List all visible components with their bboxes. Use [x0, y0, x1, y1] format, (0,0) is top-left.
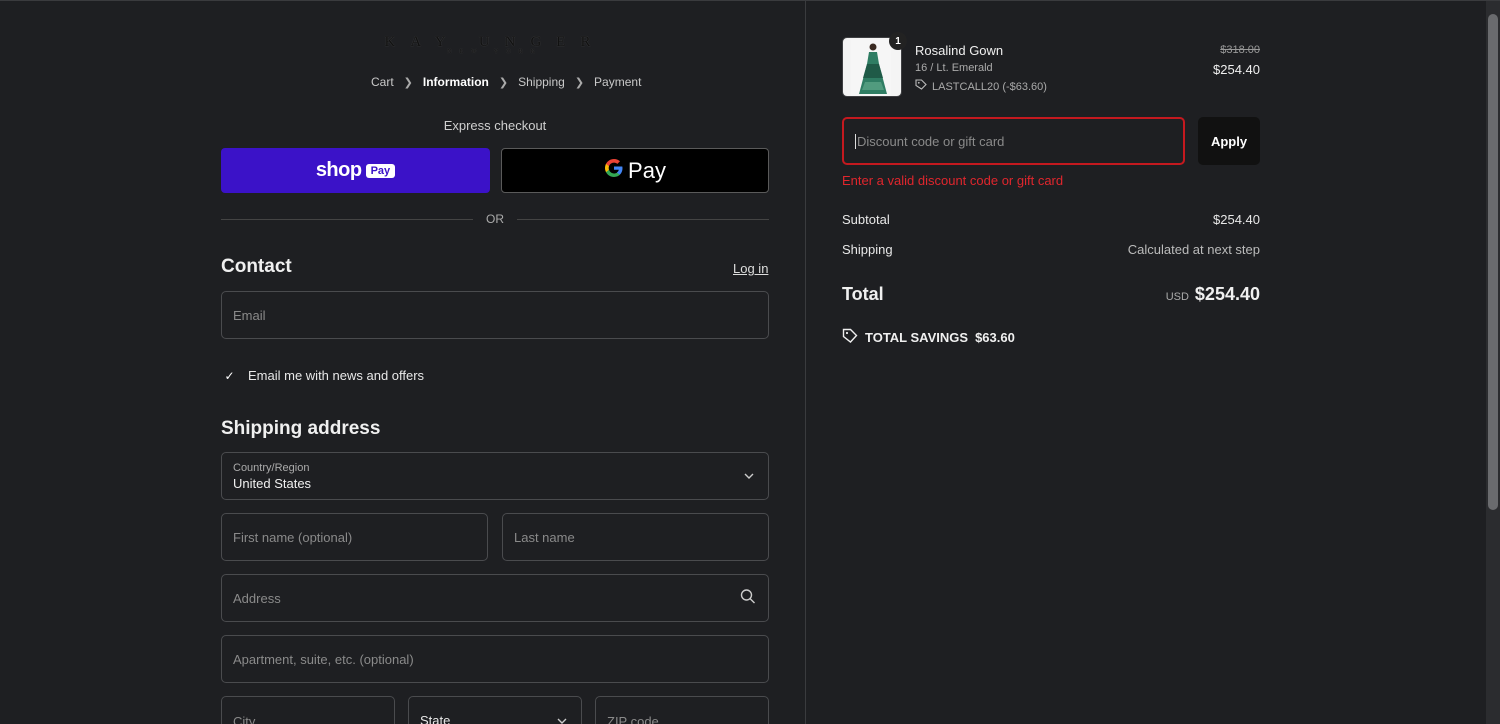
order-summary-panel — [806, 1, 1486, 724]
city-placeholder: City — [233, 714, 256, 724]
product-variant: 16 / Lt. Emerald — [915, 62, 993, 74]
discounted-price: $254.40 — [1213, 62, 1260, 77]
last-name-placeholder: Last name — [514, 529, 575, 545]
discount-placeholder: Discount code or gift card — [857, 133, 1005, 149]
text-caret — [855, 133, 856, 149]
breadcrumb-cart[interactable]: Cart — [371, 75, 394, 89]
shipping-row: Shipping Calculated at next step — [842, 242, 1260, 257]
country-value: United States — [233, 475, 312, 491]
address-field[interactable]: Address — [221, 574, 769, 622]
breadcrumb: Cart ❯ Information ❯ Shipping ❯ Payment — [371, 75, 641, 89]
google-pay-button[interactable]: Pay — [501, 148, 769, 193]
shipping-label: Shipping — [842, 242, 893, 257]
apartment-field[interactable]: Apartment, suite, etc. (optional) — [221, 635, 769, 683]
tag-svg — [915, 79, 927, 90]
city-field[interactable]: City — [221, 696, 395, 724]
newsletter-checkbox[interactable]: ✓ — [221, 367, 238, 384]
shop-pay-button[interactable]: shop Pay — [221, 148, 490, 193]
breadcrumb-information: Information — [422, 75, 489, 89]
quantity-badge: 1 — [889, 32, 907, 50]
express-checkout-label: Express checkout — [443, 118, 547, 133]
product-name: Rosalind Gown — [915, 43, 1004, 58]
state-label: State — [420, 713, 451, 724]
first-name-placeholder: First name (optional) — [233, 529, 353, 545]
discount-error-message: Enter a valid discount code or gift card — [842, 173, 1064, 188]
google-icon — [604, 158, 624, 184]
last-name-field[interactable]: Last name — [502, 513, 769, 561]
chevron-right-icon: ❯ — [403, 76, 413, 89]
address-placeholder: Address — [233, 590, 281, 606]
email-placeholder: Email — [233, 307, 266, 323]
shipping-value: Calculated at next step — [1127, 242, 1260, 257]
country-label: Country/Region — [233, 461, 310, 474]
apply-button[interactable]: Apply — [1198, 117, 1260, 165]
discount-code-label: LASTCALL20 (-$63.60) — [932, 80, 1047, 93]
or-label: OR — [486, 212, 504, 226]
total-value: USD $254.40 — [1166, 284, 1260, 305]
total-label: Total — [842, 284, 884, 304]
search-svg — [740, 589, 755, 604]
log-in-link[interactable]: Log in — [733, 261, 768, 276]
newsletter-label: Email me with news and offers — [248, 368, 425, 383]
country-select[interactable]: Country/Region United States — [221, 452, 769, 500]
newsletter-option[interactable]: ✓ Email me with news and offers — [221, 367, 424, 384]
breadcrumb-payment: Payment — [594, 75, 642, 89]
divider-line — [517, 219, 769, 220]
savings-value: $63.60 — [975, 330, 1015, 345]
savings-tag-icon — [842, 328, 858, 347]
currency-code: USD — [1165, 291, 1189, 303]
brand-logo[interactable]: KAY UNGER NEW YORK — [370, 34, 620, 55]
zip-field[interactable]: ZIP code — [595, 696, 769, 724]
chevron-down-icon — [744, 470, 754, 482]
tag-icon — [915, 79, 927, 94]
shop-pay-logo-text: shop — [315, 159, 362, 181]
google-pay-label: Pay — [628, 157, 666, 183]
discount-code-input[interactable]: Discount code or gift card — [842, 117, 1185, 165]
search-icon[interactable] — [740, 589, 756, 608]
subtotal-value: $254.40 — [1213, 212, 1260, 227]
original-price: $318.00 — [1220, 44, 1260, 56]
scrollbar-thumb[interactable] — [1488, 14, 1498, 510]
tag-svg — [842, 328, 858, 343]
email-field[interactable]: Email — [221, 291, 769, 339]
google-g-svg — [605, 158, 623, 177]
chevron-svg — [744, 473, 754, 479]
total-amount: $254.40 — [1194, 284, 1260, 304]
first-name-field[interactable]: First name (optional) — [221, 513, 488, 561]
total-savings: TOTAL SAVINGS $63.60 — [842, 328, 1015, 347]
subtotal-label: Subtotal — [842, 212, 890, 227]
or-divider: OR — [221, 211, 769, 227]
zip-placeholder: ZIP code — [607, 714, 659, 724]
subtotal-row: Subtotal $254.40 — [842, 212, 1260, 227]
chevron-right-icon: ❯ — [498, 76, 509, 89]
apartment-placeholder: Apartment, suite, etc. (optional) — [233, 651, 414, 667]
shipping-address-heading: Shipping address — [221, 418, 381, 439]
chevron-svg — [557, 718, 567, 724]
product-discount: LASTCALL20 (-$63.60) — [915, 79, 1047, 94]
savings-label: TOTAL SAVINGS — [865, 330, 969, 345]
checkmark-icon: ✓ — [224, 368, 235, 383]
breadcrumb-shipping: Shipping — [518, 75, 565, 89]
state-select[interactable]: State — [408, 696, 582, 724]
contact-heading: Contact — [221, 256, 292, 277]
chevron-down-icon — [557, 715, 567, 724]
shop-pay-badge: Pay — [365, 163, 396, 178]
chevron-right-icon: ❯ — [574, 76, 585, 89]
divider-line — [221, 219, 473, 220]
